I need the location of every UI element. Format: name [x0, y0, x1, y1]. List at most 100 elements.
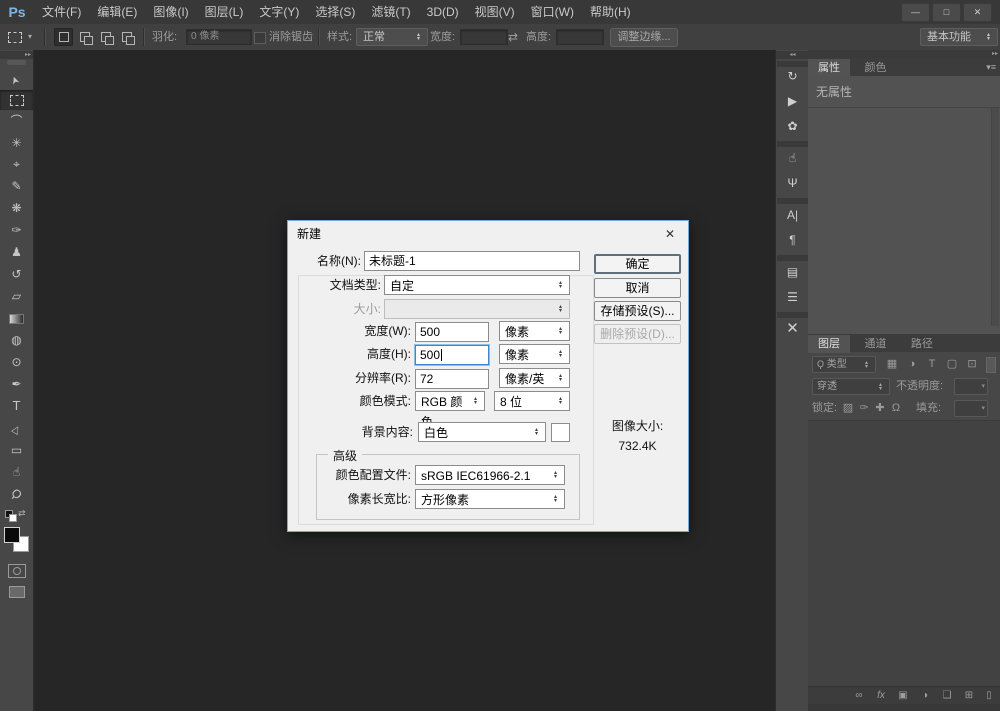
- menu-filter[interactable]: 滤镜(T): [363, 0, 418, 24]
- screen-mode-button[interactable]: [9, 586, 25, 598]
- rectangular-marquee-tool[interactable]: [0, 90, 33, 110]
- default-colors-icon-bg[interactable]: [9, 514, 17, 522]
- gradient-tool[interactable]: [0, 308, 33, 328]
- dock-group-divider[interactable]: [777, 141, 808, 147]
- dialog-titlebar[interactable]: 新建 ✕: [288, 221, 688, 247]
- swap-dimensions-icon[interactable]: ⇄: [508, 24, 518, 50]
- dock-group-divider[interactable]: [777, 198, 808, 204]
- lock-position-icon[interactable]: ✚: [872, 398, 888, 418]
- menu-window[interactable]: 窗口(W): [523, 0, 582, 24]
- layer-filter-toggle[interactable]: [986, 357, 996, 373]
- color-mode-select[interactable]: RGB 颜色: [415, 391, 485, 411]
- crop-tool[interactable]: ⌖: [0, 154, 33, 174]
- character-panel-button[interactable]: A|: [776, 205, 809, 225]
- paragraph-styles-panel-button[interactable]: ☰: [776, 287, 809, 307]
- feather-input[interactable]: 0 像素: [186, 29, 252, 45]
- minimize-button[interactable]: —: [901, 3, 930, 22]
- actions-panel-button[interactable]: ▶: [776, 91, 809, 111]
- background-color-chip[interactable]: [551, 423, 570, 442]
- ok-button[interactable]: 确定: [594, 254, 681, 274]
- maximize-button[interactable]: □: [932, 3, 961, 22]
- dock-group-divider[interactable]: [777, 255, 808, 261]
- filter-smart-objects-icon[interactable]: ⊡: [964, 354, 980, 374]
- intersect-selection-button[interactable]: [117, 28, 136, 46]
- 3d-panel-button[interactable]: ↻: [776, 66, 809, 86]
- lock-all-icon[interactable]: Ω: [888, 398, 904, 418]
- history-brush-tool[interactable]: ↺: [0, 264, 33, 284]
- dialog-close-button[interactable]: ✕: [660, 221, 680, 247]
- 3d-materials-panel-button[interactable]: ✿: [776, 116, 809, 136]
- new-layer-icon[interactable]: ⊞: [960, 687, 978, 705]
- adjustment-layer-icon[interactable]: ◑: [916, 687, 934, 705]
- blend-mode-select[interactable]: 穿透: [812, 378, 890, 395]
- quick-selection-tool[interactable]: ✳: [0, 133, 33, 153]
- path-selection-tool[interactable]: ▷: [0, 418, 33, 438]
- menu-file[interactable]: 文件(F): [34, 0, 89, 24]
- save-preset-button[interactable]: 存储预设(S)...: [594, 301, 681, 321]
- menu-select[interactable]: 选择(S): [307, 0, 363, 24]
- name-input[interactable]: 未标题-1: [364, 251, 580, 271]
- type-tool[interactable]: T: [0, 396, 33, 416]
- menu-help[interactable]: 帮助(H): [582, 0, 639, 24]
- bit-depth-select[interactable]: 8 位: [494, 391, 570, 411]
- close-button[interactable]: ✕: [963, 3, 992, 22]
- menu-type[interactable]: 文字(Y): [251, 0, 307, 24]
- tool-preset-icon[interactable]: [8, 29, 22, 47]
- fill-select[interactable]: [954, 400, 988, 417]
- resolution-unit-select[interactable]: 像素/英寸: [499, 368, 570, 388]
- filter-type-layers-icon[interactable]: T: [924, 354, 940, 374]
- new-selection-button[interactable]: [54, 28, 73, 46]
- filter-pixel-layers-icon[interactable]: ▦: [884, 354, 900, 374]
- blur-tool[interactable]: ◍: [0, 330, 33, 350]
- dock-group-divider[interactable]: [777, 312, 808, 318]
- clone-stamp-tool[interactable]: ♟: [0, 242, 33, 262]
- dodge-tool[interactable]: ⊙: [0, 352, 33, 372]
- width-unit-select[interactable]: 像素: [499, 321, 570, 341]
- refine-edge-button[interactable]: 调整边缘...: [610, 28, 678, 47]
- properties-panel-menu-icon[interactable]: ▾≡: [986, 61, 996, 73]
- panels-collapse-button[interactable]: ▸▸: [808, 50, 1000, 58]
- brush-presets-panel-button[interactable]: ✕: [776, 319, 809, 339]
- layer-filter-select[interactable]: Ϙ 类型: [812, 356, 876, 373]
- swap-colors-icon[interactable]: ⇄: [18, 508, 26, 519]
- eyedropper-tool[interactable]: ✎: [0, 176, 33, 196]
- tool-preset-arrow-icon[interactable]: ▾: [28, 24, 32, 50]
- 3d-lights-panel-button[interactable]: Ψ: [776, 173, 809, 193]
- spot-healing-brush-tool[interactable]: ❋: [0, 198, 33, 218]
- menu-3d[interactable]: 3D(D): [419, 0, 467, 24]
- height-input[interactable]: 500: [415, 345, 489, 365]
- pen-tool[interactable]: ✒: [0, 374, 33, 394]
- lock-paint-icon[interactable]: ✑: [856, 398, 872, 418]
- menu-edit[interactable]: 编辑(E): [89, 0, 145, 24]
- move-tool[interactable]: ➤: [0, 68, 33, 88]
- background-select[interactable]: 白色: [418, 422, 546, 442]
- color-profile-select[interactable]: sRGB IEC61966-2.1: [415, 465, 565, 485]
- tab-layers[interactable]: 图层: [808, 335, 850, 353]
- delete-layer-icon[interactable]: ▯: [980, 687, 998, 705]
- 3d-mesh-panel-button[interactable]: ☝: [776, 148, 809, 168]
- paragraph-panel-button[interactable]: ¶: [776, 230, 809, 250]
- tab-color[interactable]: 颜色: [854, 59, 896, 77]
- workspace-select[interactable]: 基本功能: [920, 28, 998, 46]
- menu-image[interactable]: 图像(I): [145, 0, 196, 24]
- filter-adjustment-layers-icon[interactable]: ◑: [904, 354, 920, 374]
- link-layers-icon[interactable]: ∞: [850, 687, 868, 705]
- layer-mask-icon[interactable]: ▣: [894, 687, 912, 705]
- subtract-selection-button[interactable]: [96, 28, 115, 46]
- layers-list[interactable]: [808, 420, 1000, 687]
- width-input[interactable]: [460, 29, 508, 45]
- toolbar-collapse-button[interactable]: ▸▸: [0, 51, 33, 59]
- filter-shape-layers-icon[interactable]: ▢: [944, 354, 960, 374]
- layer-group-icon[interactable]: ❏: [938, 687, 956, 705]
- add-selection-button[interactable]: [75, 28, 94, 46]
- cancel-button[interactable]: 取消: [594, 278, 681, 298]
- resolution-input[interactable]: 72: [415, 369, 489, 389]
- style-select[interactable]: 正常: [356, 28, 428, 46]
- character-styles-panel-button[interactable]: ▤: [776, 262, 809, 282]
- properties-scrollbar[interactable]: [991, 108, 999, 326]
- antialias-checkbox[interactable]: [254, 32, 266, 44]
- lasso-tool[interactable]: ⌒: [0, 111, 33, 131]
- width-input[interactable]: 500: [415, 322, 489, 342]
- dock-collapse-button[interactable]: ◂◂: [776, 51, 809, 59]
- zoom-tool[interactable]: Ϙ: [0, 484, 33, 504]
